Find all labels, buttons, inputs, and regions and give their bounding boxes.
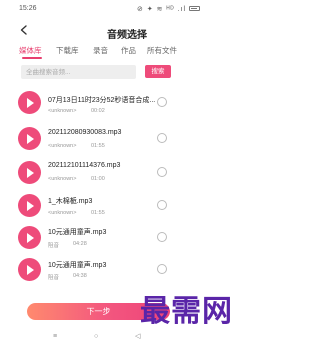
play-icon[interactable] [18, 161, 41, 184]
select-radio[interactable] [157, 167, 167, 177]
list-item[interactable]: 20211210111437​6.mp3 <unknown> 01:00 [0, 156, 254, 190]
play-icon[interactable] [18, 258, 41, 281]
list-item[interactable]: 10元通用童声.mp3 阻音 04:38 [0, 255, 254, 289]
search-button[interactable]: 搜索 [145, 65, 171, 78]
select-radio[interactable] [157, 97, 167, 107]
back-icon[interactable]: ◁ [135, 333, 140, 341]
list-item[interactable]: 10元通用童声.mp3 阻音 04:28 [0, 222, 254, 256]
battery-icon [189, 6, 200, 11]
header: 音频选择 [0, 20, 254, 44]
home-icon[interactable]: ○ [94, 333, 98, 341]
page-title: 音频选择 [107, 30, 147, 41]
tab-all-files[interactable]: 所有文件 [147, 45, 177, 56]
item-title: 1_木棉栀.mp3 [48, 198, 93, 205]
play-icon[interactable] [18, 226, 41, 249]
item-artist: 阻音 [48, 243, 60, 249]
status-time: 15:26 [19, 5, 37, 12]
select-radio[interactable] [157, 232, 167, 242]
system-nav-bar: ≡ ○ ◁ [0, 330, 254, 345]
play-icon[interactable] [18, 91, 41, 114]
select-radio[interactable] [157, 133, 167, 143]
watermark-logo: 最需网 [140, 294, 233, 329]
select-radio[interactable] [157, 200, 167, 210]
item-duration: 00:02 [91, 108, 105, 114]
item-title: 20211208093008​3.mp3 [48, 129, 122, 136]
active-tab-indicator [22, 57, 42, 59]
search-input[interactable] [21, 65, 136, 79]
tab-works[interactable]: 作品 [121, 45, 136, 56]
item-duration: 01:00 [91, 176, 105, 182]
play-icon[interactable] [18, 127, 41, 150]
item-artist: <unknown> [48, 143, 77, 149]
status-icons: ⊘ ✦ ≋ ᴴᴰ .ıl [137, 6, 186, 13]
item-title: 10元通用童声.mp3 [48, 229, 107, 236]
tab-downloads[interactable]: 下载库 [56, 45, 79, 56]
item-title: 20211210111437​6.mp3 [48, 162, 121, 169]
list-item[interactable]: 1_木棉栀.mp3 <unknown> 01:55 [0, 190, 254, 224]
search-row: 搜索 [0, 64, 254, 82]
list-item[interactable]: 20211208093008​3.mp3 <unknown> 01:55 [0, 122, 254, 156]
item-artist: <unknown> [48, 176, 77, 182]
item-duration: 01:55 [91, 210, 105, 216]
item-artist: 阻音 [48, 275, 60, 281]
tab-media-library[interactable]: 媒体库 [19, 45, 42, 56]
list-item[interactable]: 07月13日11时23分52秒语音合成... <unknown> 00:02 [0, 88, 254, 122]
item-title: 10元通用童声.mp3 [48, 262, 107, 269]
menu-icon[interactable]: ≡ [53, 333, 57, 341]
item-duration: 04:28 [73, 241, 87, 247]
item-title: 07月13日11时23分52秒语音合成... [48, 97, 156, 104]
tab-recordings[interactable]: 录音 [93, 45, 108, 56]
status-bar: 15:26 ⊘ ✦ ≋ ᴴᴰ .ıl [0, 0, 254, 18]
item-duration: 01:55 [91, 143, 105, 149]
tab-bar: 媒体库 下载库 录音 作品 所有文件 [0, 42, 254, 59]
item-duration: 04:38 [73, 273, 87, 279]
select-radio[interactable] [157, 264, 167, 274]
item-artist: <unknown> [48, 210, 77, 216]
item-artist: <unknown> [48, 108, 77, 114]
play-icon[interactable] [18, 194, 41, 217]
